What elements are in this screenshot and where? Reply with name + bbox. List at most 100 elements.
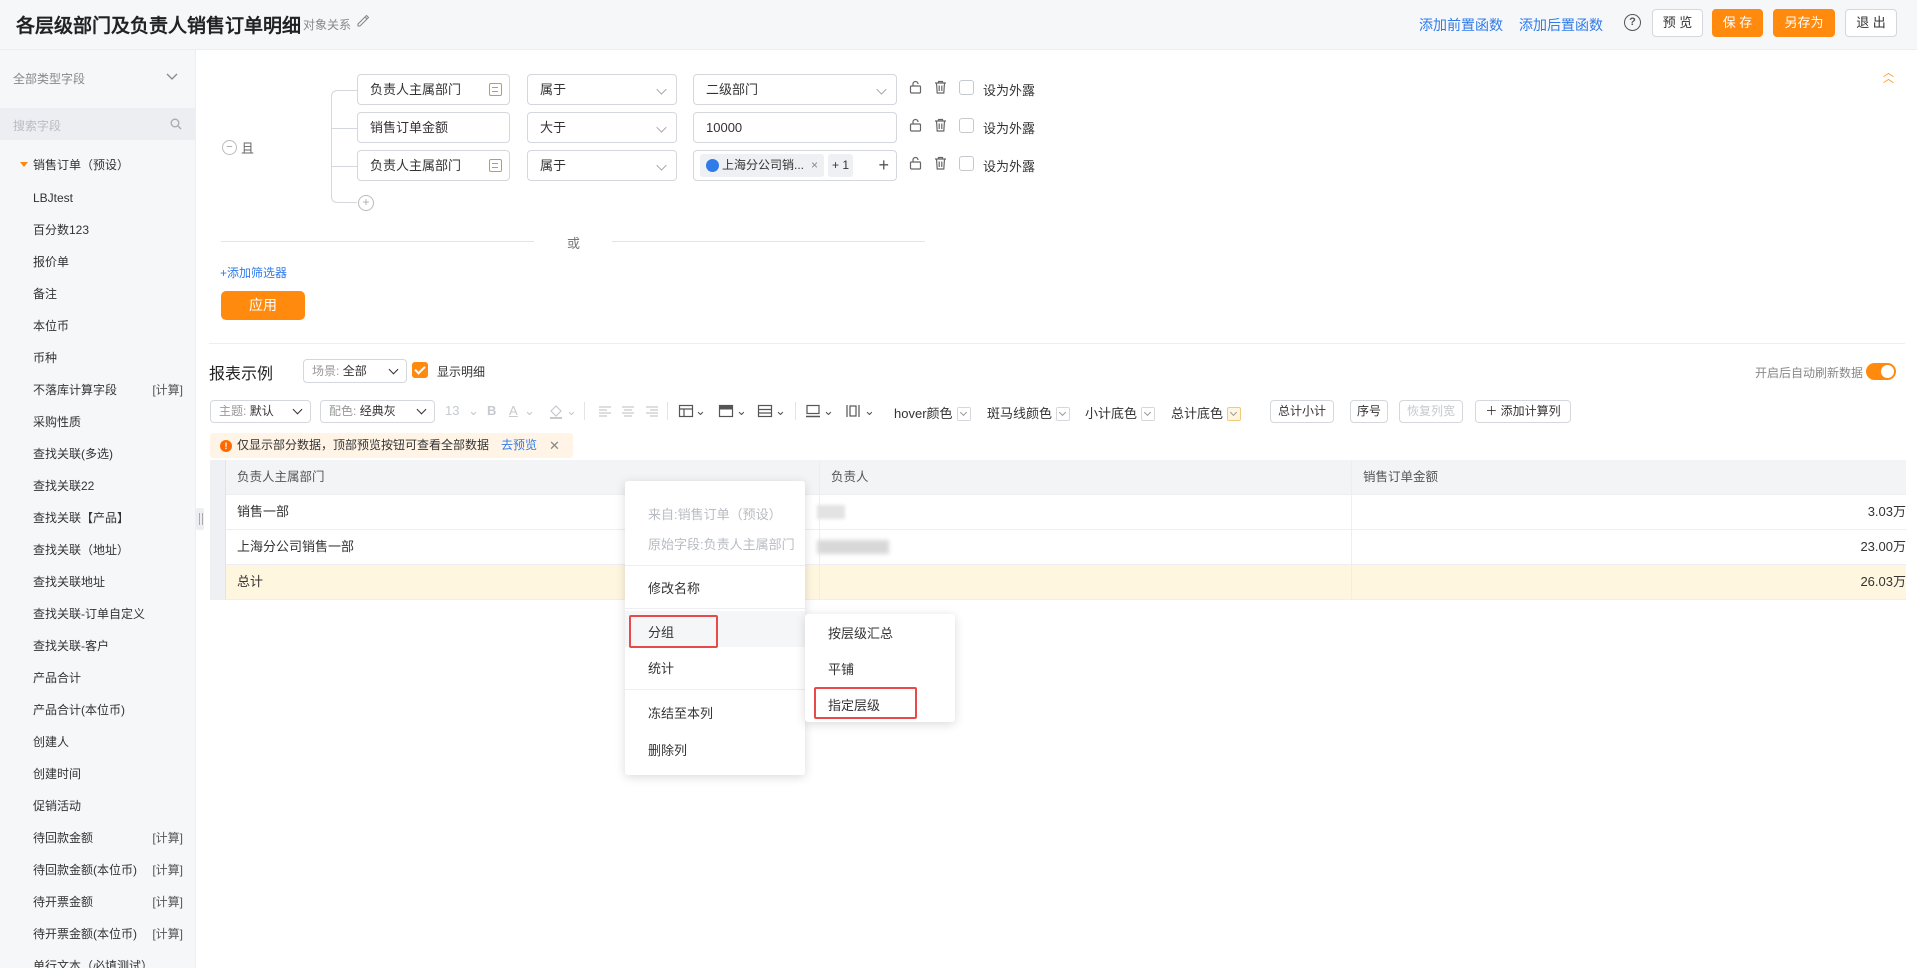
add-condition-icon[interactable]: + xyxy=(358,195,374,211)
chevron-down-icon[interactable]: ⌄ xyxy=(566,403,577,419)
filter-value-select[interactable]: 二级部门 xyxy=(693,74,897,105)
sidebar-field-item[interactable]: 本位币 xyxy=(33,310,183,342)
sidebar-field-item[interactable]: 查找关联（地址） xyxy=(33,534,183,566)
header-style-icon[interactable] xyxy=(718,403,734,419)
save-button[interactable]: 保 存 xyxy=(1712,9,1763,37)
add-pre-function-link[interactable]: 添加前置函数 xyxy=(1419,15,1503,35)
color-scheme-select[interactable]: 配色: 经典灰 xyxy=(320,400,435,423)
chevron-down-icon[interactable]: ⌄ xyxy=(864,403,875,419)
font-color-button[interactable]: A xyxy=(509,403,518,418)
trash-icon[interactable] xyxy=(934,118,947,132)
sidebar-field-item[interactable]: 待开票金额 [计算] xyxy=(33,886,183,918)
restore-width-button[interactable]: 恢复列宽 xyxy=(1399,400,1463,423)
chevron-down-icon[interactable]: ⌄ xyxy=(775,403,786,419)
collapse-group-icon[interactable]: − xyxy=(222,140,237,155)
filter-field-select[interactable]: 负责人主属部门 xyxy=(357,74,510,105)
show-detail-checkbox[interactable] xyxy=(412,362,428,378)
sidebar-field-item[interactable]: 待开票金额(本位币) [计算] xyxy=(33,918,183,950)
sidebar-field-item[interactable]: 百分数123 xyxy=(33,214,183,246)
sidebar-field-item[interactable]: 待回款金额(本位币) [计算] xyxy=(33,854,183,886)
add-icon[interactable]: + xyxy=(878,155,889,175)
sidebar-field-item[interactable]: 币种 xyxy=(33,342,183,374)
align-right-icon[interactable] xyxy=(644,403,660,419)
filter-operator-select[interactable]: 属于 xyxy=(527,74,677,105)
table-row[interactable]: 销售一部 3.03万 xyxy=(210,495,1906,530)
sidebar-field-item[interactable]: 查找关联(多选) xyxy=(33,438,183,470)
trash-icon[interactable] xyxy=(934,156,947,170)
sidebar-field-item[interactable]: 查找关联-订单自定义 xyxy=(33,598,183,630)
lock-icon[interactable] xyxy=(909,156,922,170)
chevron-down-icon[interactable]: ⌄ xyxy=(524,403,535,419)
field-group-sales-order[interactable]: 销售订单（预设） xyxy=(20,156,129,173)
preview-button[interactable]: 预 览 xyxy=(1652,9,1703,37)
field-search-input[interactable]: 搜索字段 xyxy=(0,108,196,140)
sidebar-field-item[interactable]: 产品合计 xyxy=(33,662,183,694)
column-width-icon[interactable] xyxy=(845,403,861,419)
border-style-icon[interactable] xyxy=(805,403,821,419)
chevron-down-icon[interactable]: ⌄ xyxy=(823,403,834,419)
menu-item-delete-column[interactable]: 删除列 xyxy=(648,740,687,759)
filter-field-select[interactable]: 销售订单金额 xyxy=(357,112,510,143)
field-picker-icon[interactable] xyxy=(489,159,502,172)
chevron-down-icon[interactable]: ⌄ xyxy=(468,403,479,419)
sidebar-field-item[interactable]: LBJtest xyxy=(33,182,183,214)
filter-operator-select[interactable]: 大于 xyxy=(527,112,677,143)
go-preview-link[interactable]: 去预览 xyxy=(501,433,537,458)
menu-item-statistics[interactable]: 统计 xyxy=(648,658,674,677)
bold-button[interactable]: B xyxy=(487,403,496,418)
add-calc-column-button[interactable]: ＋ 添加计算列 xyxy=(1475,400,1571,423)
close-icon[interactable]: × xyxy=(811,154,818,177)
sidebar-field-item[interactable]: 备注 xyxy=(33,278,183,310)
sidebar-field-item[interactable]: 待回款金额 [计算] xyxy=(33,822,183,854)
align-left-icon[interactable] xyxy=(597,403,613,419)
add-filter-link[interactable]: +添加筛选器 xyxy=(220,264,287,281)
expose-checkbox[interactable] xyxy=(959,80,974,95)
chevron-down-icon[interactable]: ⌄ xyxy=(736,403,747,419)
total-bg-select[interactable]: 总计底色 xyxy=(1171,403,1242,422)
expose-checkbox[interactable] xyxy=(959,118,974,133)
hover-color-select[interactable]: hover颜色 xyxy=(894,403,971,422)
edit-icon[interactable] xyxy=(356,13,370,27)
help-icon[interactable]: ? xyxy=(1624,14,1641,31)
field-picker-icon[interactable] xyxy=(489,83,502,96)
sidebar-field-item[interactable]: 不落库计算字段 [计算] xyxy=(33,374,183,406)
filter-value-multiselect[interactable]: 上海分公司销... × + 1 + xyxy=(693,150,897,181)
sidebar-field-item[interactable]: 采购性质 xyxy=(33,406,183,438)
add-post-function-link[interactable]: 添加后置函数 xyxy=(1519,15,1603,35)
total-subtotal-button[interactable]: 总计小计 xyxy=(1270,400,1334,423)
table-style-icon[interactable] xyxy=(678,403,694,419)
expose-checkbox[interactable] xyxy=(959,156,974,171)
sidebar-field-item[interactable]: 查找关联22 xyxy=(33,470,183,502)
apply-button[interactable]: 应用 xyxy=(221,291,305,320)
zebra-color-select[interactable]: 斑马线颜色 xyxy=(987,403,1071,422)
trash-icon[interactable] xyxy=(934,80,947,94)
sidebar-field-item[interactable]: 创建人 xyxy=(33,726,183,758)
save-as-button[interactable]: 另存为 xyxy=(1773,9,1835,37)
sidebar-field-item[interactable]: 查找关联【产品】 xyxy=(33,502,183,534)
fill-color-icon[interactable] xyxy=(548,403,564,419)
sidebar-field-item[interactable]: 报价单 xyxy=(33,246,183,278)
theme-select[interactable]: 主题: 默认 xyxy=(210,400,311,423)
field-type-select[interactable]: 全部类型字段 xyxy=(13,70,85,87)
sidebar-field-item[interactable]: 查找关联-客户 xyxy=(33,630,183,662)
menu-item-freeze[interactable]: 冻结至本列 xyxy=(648,703,713,722)
lock-icon[interactable] xyxy=(909,118,922,132)
sidebar-field-item[interactable]: 创建时间 xyxy=(33,758,183,790)
column-header-owner[interactable]: 负责人 xyxy=(820,460,1352,495)
chevron-down-icon[interactable]: ⌄ xyxy=(695,403,706,419)
scene-select[interactable]: 场景: 全部 xyxy=(303,359,407,383)
object-relation-link[interactable]: 对象关系 xyxy=(303,16,351,33)
subtotal-bg-select[interactable]: 小计底色 xyxy=(1085,403,1156,422)
collapse-up-icon[interactable]: ︿ ︿ xyxy=(1883,68,1894,85)
auto-refresh-toggle[interactable] xyxy=(1866,363,1896,380)
column-header-amount[interactable]: 销售订单金额 xyxy=(1352,460,1906,495)
sidebar-resize-handle[interactable] xyxy=(196,508,204,530)
exit-button[interactable]: 退 出 xyxy=(1845,9,1897,37)
filter-operator-select[interactable]: 属于 xyxy=(527,150,677,181)
sidebar-field-item[interactable]: 促销活动 xyxy=(33,790,183,822)
sidebar-field-item[interactable]: 查找关联地址 xyxy=(33,566,183,598)
submenu-item-level-summary[interactable]: 按层级汇总 xyxy=(828,623,893,642)
sidebar-field-item[interactable]: 单行文本（必填测试） xyxy=(33,950,183,968)
table-total-row[interactable]: 总计 26.03万 xyxy=(210,565,1906,600)
font-size-select[interactable]: 13 xyxy=(445,403,459,418)
